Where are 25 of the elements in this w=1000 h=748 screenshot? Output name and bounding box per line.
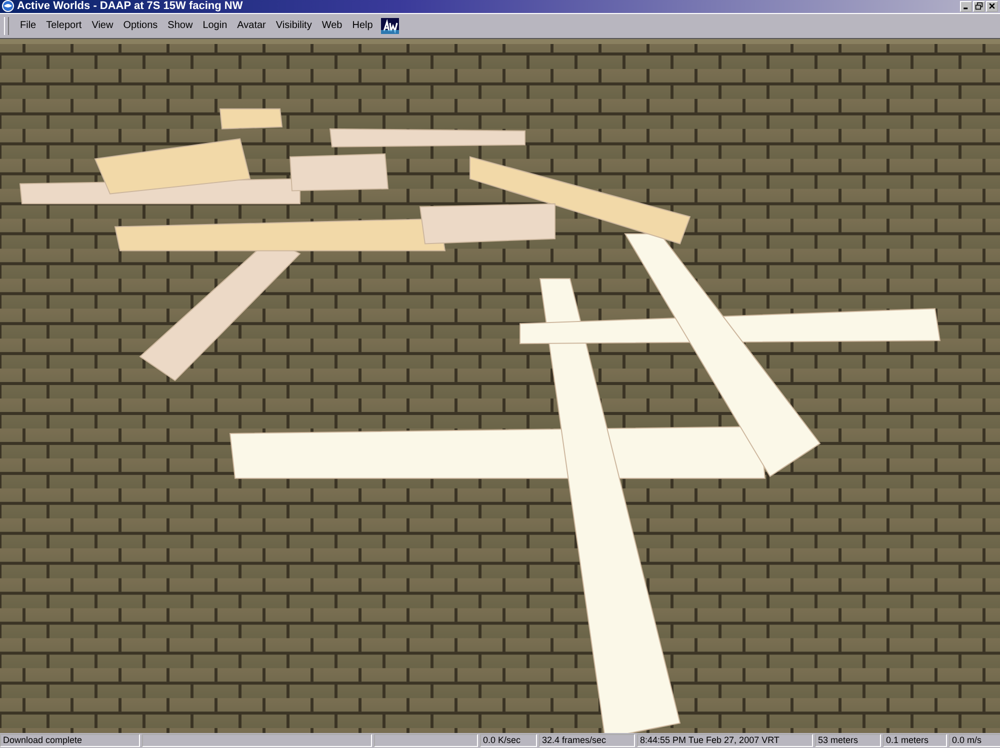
close-icon xyxy=(988,2,996,10)
menu-item[interactable]: Avatar xyxy=(232,20,271,32)
menu-item[interactable]: Help xyxy=(347,20,378,32)
status-panel: 0.0 K/sec xyxy=(480,734,537,748)
window-title: Active Worlds - DAAP at 7S 15W facing NW xyxy=(17,0,244,12)
status-panel: Download complete xyxy=(0,734,140,748)
menu-item[interactable]: Web xyxy=(316,20,348,32)
status-panel: 53 meters xyxy=(815,734,881,748)
minimize-button[interactable] xyxy=(960,0,972,12)
menu-item[interactable]: Options xyxy=(118,20,163,32)
menu-item[interactable]: Teleport xyxy=(41,20,87,32)
status-panel: 8:44:55 PM Tue Feb 27, 2007 VRT xyxy=(637,734,813,748)
menu-item[interactable]: Visibility xyxy=(270,20,317,32)
status-panel: 0.1 meters xyxy=(883,734,947,748)
toolbar-grip xyxy=(4,16,9,35)
menu-item[interactable]: Login xyxy=(198,20,232,32)
status-panel: 32.4 frames/sec xyxy=(539,734,635,748)
restore-icon xyxy=(975,2,983,10)
status-panel: 0.0 m/s xyxy=(949,734,1000,748)
aw-logo-icon[interactable] xyxy=(380,18,399,34)
close-button[interactable] xyxy=(986,0,998,12)
menu-item[interactable]: File xyxy=(15,20,42,32)
restore-button[interactable] xyxy=(973,0,985,12)
menu-item[interactable]: Show xyxy=(162,20,198,32)
menu-item[interactable]: View xyxy=(86,20,118,32)
